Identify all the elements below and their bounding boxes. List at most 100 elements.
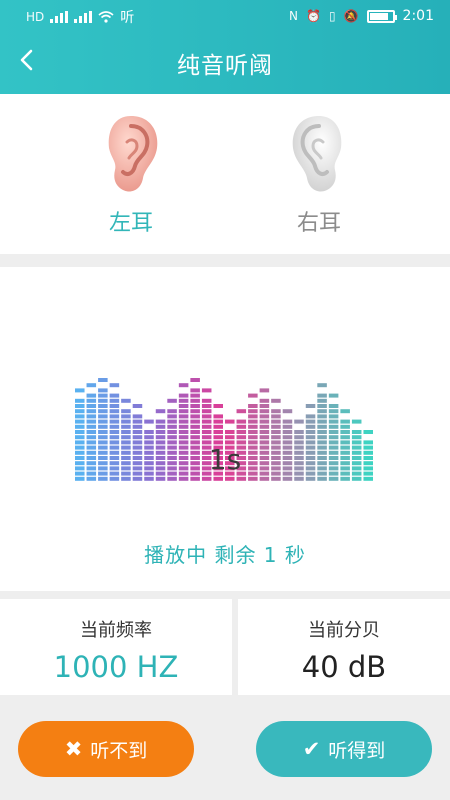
page-title: 纯音听阈 bbox=[177, 53, 273, 79]
equalizer-bar-cell bbox=[248, 430, 258, 434]
playback-status: 播放中 剩余 1 秒 bbox=[144, 543, 306, 567]
equalizer-bar-cell bbox=[190, 398, 200, 403]
equalizer-bar-cell bbox=[236, 435, 247, 440]
equalizer-bar-cell bbox=[155, 476, 166, 481]
equalizer-bar-cell bbox=[121, 430, 131, 434]
equalizer-peak-cap bbox=[305, 404, 316, 408]
equalizer-bar-cell bbox=[351, 435, 362, 440]
equalizer-bar-cell bbox=[190, 404, 200, 408]
equalizer-bar-cell bbox=[328, 409, 339, 414]
equalizer-bar-cell bbox=[144, 435, 154, 440]
equalizer-bar-cell bbox=[213, 430, 223, 434]
equalizer-bar-cell bbox=[351, 476, 362, 481]
equalizer-bar-cell bbox=[144, 430, 154, 434]
equalizer-bar-cell bbox=[109, 419, 120, 424]
equalizer-bar-cell bbox=[109, 398, 120, 403]
equalizer-bar-cell bbox=[201, 476, 212, 481]
equalizer-bar-cell bbox=[132, 430, 143, 434]
can-hear-label: 听得到 bbox=[328, 739, 386, 762]
equalizer-bar-cell bbox=[236, 430, 247, 434]
equalizer-bar-cell bbox=[109, 476, 120, 481]
signal-icon bbox=[50, 11, 69, 23]
equalizer-peak-cap bbox=[248, 393, 258, 398]
equalizer-bar-cell bbox=[167, 409, 177, 414]
equalizer-bar-cell bbox=[155, 419, 166, 424]
close-icon: ✖ bbox=[64, 736, 83, 761]
equalizer-bar-cell bbox=[248, 404, 258, 408]
right-ear-option[interactable]: 右耳 bbox=[264, 112, 374, 237]
equalizer-bar-cell bbox=[201, 398, 212, 403]
equalizer-bar-cell bbox=[259, 476, 270, 481]
alarm-icon: ⏰ bbox=[306, 9, 321, 23]
equalizer-bar-cell bbox=[282, 419, 293, 424]
equalizer-bar-cell bbox=[201, 424, 212, 429]
equalizer-bar-cell bbox=[328, 430, 339, 434]
equalizer-bar-cell bbox=[109, 430, 120, 434]
equalizer-bar-cell bbox=[132, 424, 143, 429]
equalizer-bar-cell bbox=[305, 414, 316, 419]
equalizer-bar-cell bbox=[98, 419, 108, 424]
equalizer-bar-cell bbox=[259, 419, 270, 424]
playback-panel: 1s 播放中 剩余 1 秒 bbox=[0, 267, 450, 591]
equalizer-bar-cell bbox=[190, 424, 200, 429]
equalizer-bar-cell bbox=[155, 435, 166, 440]
equalizer-bar-cell bbox=[282, 476, 293, 481]
right-ear-label: 右耳 bbox=[296, 211, 341, 236]
equalizer-bar-cell bbox=[351, 430, 362, 434]
decibel-value: 40 dB bbox=[301, 650, 387, 684]
nfc-icon: N bbox=[289, 9, 299, 23]
equalizer-bar-cell bbox=[340, 424, 350, 429]
equalizer-bar-cell bbox=[75, 424, 85, 429]
equalizer-bar-cell bbox=[98, 398, 108, 403]
equalizer-bar-cell bbox=[121, 419, 131, 424]
equalizer-peak-cap bbox=[178, 383, 189, 388]
mute-icon: 🔕 bbox=[343, 9, 359, 23]
equalizer-bar-cell bbox=[271, 409, 281, 414]
equalizer-bar-cell bbox=[98, 430, 108, 434]
frequency-value: 1000 HZ bbox=[53, 650, 179, 684]
equalizer-bar-cell bbox=[317, 398, 327, 403]
equalizer-peak-cap bbox=[109, 383, 120, 388]
equalizer-bar-cell bbox=[271, 424, 281, 429]
equalizer-bar-cell bbox=[75, 414, 85, 419]
equalizer-bar-cell bbox=[201, 409, 212, 414]
equalizer-bar-cell bbox=[317, 404, 327, 408]
equalizer-peak-cap bbox=[167, 398, 177, 403]
equalizer-bar-cell bbox=[178, 409, 189, 414]
equalizer-peak-cap bbox=[213, 404, 223, 408]
equalizer-peak-cap bbox=[236, 409, 247, 414]
equalizer-bar-cell bbox=[305, 424, 316, 429]
equalizer-bar-cell bbox=[328, 419, 339, 424]
cannot-hear-button[interactable]: ✖ 听不到 bbox=[18, 721, 194, 777]
equalizer-bar-cell bbox=[317, 476, 327, 481]
equalizer-peak-cap bbox=[328, 393, 339, 398]
equalizer-bar-cell bbox=[259, 424, 270, 429]
equalizer-bar-cell bbox=[248, 424, 258, 429]
equalizer-bar-cell bbox=[109, 414, 120, 419]
can-hear-button[interactable]: ✔ 听得到 bbox=[256, 721, 432, 777]
left-ear-option[interactable]: 左耳 bbox=[76, 112, 186, 237]
equalizer-bar-cell bbox=[178, 404, 189, 408]
battery-icon bbox=[366, 9, 397, 23]
equalizer-bar-cell bbox=[213, 414, 223, 419]
ear-icon bbox=[108, 116, 158, 192]
equalizer-bar-cell bbox=[167, 435, 177, 440]
signal-icon bbox=[74, 11, 93, 23]
decibel-card: 当前分贝 40 dB bbox=[238, 599, 450, 695]
equalizer-bar-cell bbox=[317, 424, 327, 429]
equalizer-bar-cell bbox=[144, 476, 154, 481]
equalizer-bar-cell bbox=[86, 430, 97, 434]
equalizer-peak-cap bbox=[294, 419, 304, 424]
ear-icon bbox=[292, 116, 342, 192]
equalizer-peak-cap bbox=[121, 398, 131, 403]
equalizer-bar-cell bbox=[167, 419, 177, 424]
equalizer-bar-cell bbox=[75, 476, 85, 481]
equalizer-bar-cell bbox=[282, 435, 293, 440]
equalizer-bar-cell bbox=[86, 398, 97, 403]
equalizer-bar-cell bbox=[75, 404, 85, 408]
status-bar: HD 听 N ⏰ ▯ 🔕 2:01 bbox=[0, 0, 450, 32]
ear-selector: 左耳 右耳 bbox=[0, 94, 450, 254]
equalizer-bar-cell bbox=[282, 424, 293, 429]
equalizer-bar-cell bbox=[190, 409, 200, 414]
cannot-hear-label: 听不到 bbox=[90, 739, 148, 762]
